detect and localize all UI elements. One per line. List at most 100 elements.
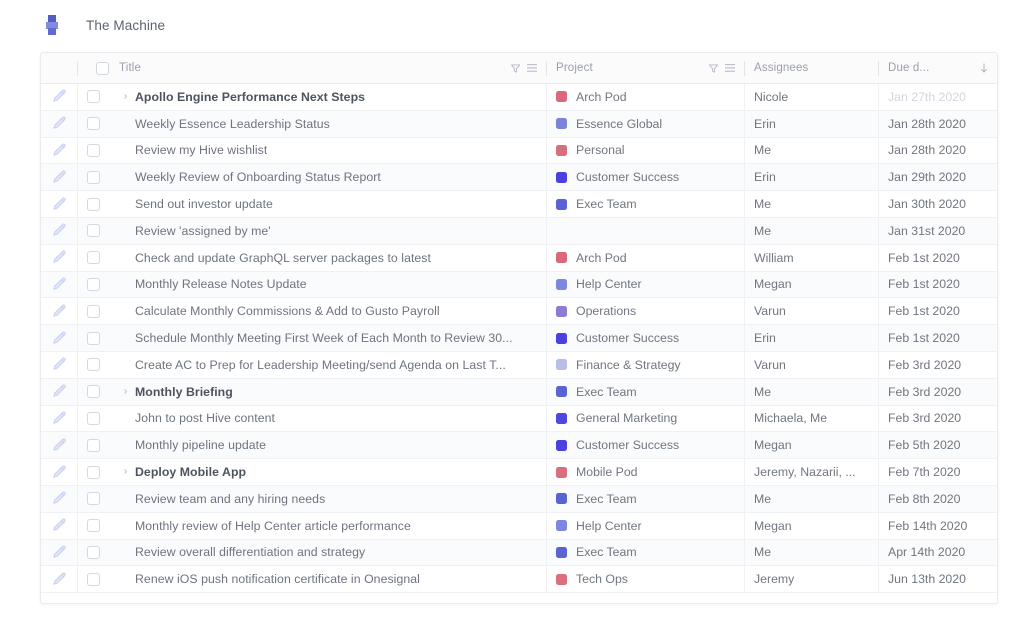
table-row[interactable]: ›Monthly pipeline update Customer Success… — [41, 432, 998, 460]
header-assignees-column[interactable]: Assignees — [744, 53, 878, 83]
row-checkbox[interactable] — [86, 572, 100, 586]
table-row[interactable]: › Apollo Engine Performance Next Steps Arc… — [41, 84, 997, 111]
row-extra-cell[interactable] — [997, 111, 998, 137]
row-project-cell[interactable]: Essence Global — [546, 110, 744, 137]
row-extra-cell[interactable] — [997, 298, 998, 324]
table-row[interactable]: ›Schedule Monthly Meeting First Week of … — [41, 325, 997, 352]
row-project-cell[interactable]: Customer Success — [546, 164, 744, 190]
row-checkbox[interactable] — [86, 331, 100, 345]
row-project-cell[interactable]: Tech Ops — [546, 566, 744, 592]
row-title-cell[interactable]: ›Review my Hive wishlist — [109, 138, 546, 164]
row-due-date-cell[interactable]: Apr 14th 2020 — [878, 539, 997, 566]
list-menu-icon[interactable] — [725, 64, 735, 72]
header-title-column[interactable]: Title — [109, 53, 546, 83]
row-due-date-cell[interactable]: Feb 1st 2020 — [878, 298, 997, 324]
row-assignees-cell[interactable]: Megan — [744, 512, 878, 539]
row-extra-cell[interactable] — [997, 245, 998, 271]
row-checkbox[interactable] — [86, 519, 100, 533]
row-due-date-cell[interactable]: Feb 1st 2020 — [878, 325, 997, 351]
row-assignees-cell[interactable]: Megan — [744, 271, 878, 298]
row-due-date-cell[interactable]: Feb 1st 2020 — [878, 244, 997, 271]
row-project-cell[interactable]: Customer Success — [546, 325, 744, 351]
row-assignees-cell[interactable]: Erin — [744, 164, 878, 190]
table-row[interactable]: ›Weekly Review of Onboarding Status Repo… — [41, 164, 997, 192]
row-checkbox[interactable] — [86, 358, 100, 372]
row-title-cell[interactable]: › Apollo Engine Performance Next Steps — [109, 84, 546, 110]
row-assignees-cell[interactable]: Nicole — [744, 84, 878, 110]
row-extra-cell[interactable] — [997, 486, 998, 512]
row-assignees-cell[interactable]: Me — [744, 378, 878, 405]
table-row[interactable]: ›John to post Hive content General Market… — [41, 405, 998, 433]
row-checkbox[interactable] — [86, 143, 100, 157]
expand-chevron-icon[interactable]: › — [119, 467, 132, 477]
row-extra-cell[interactable] — [997, 432, 998, 458]
row-due-date-cell[interactable]: Jan 29th 2020 — [878, 164, 997, 190]
row-extra-cell[interactable] — [997, 406, 998, 432]
edit-pencil-icon[interactable] — [52, 491, 67, 506]
row-checkbox[interactable] — [86, 411, 100, 425]
row-extra-cell[interactable] — [997, 540, 998, 566]
row-due-date-cell[interactable]: Feb 5th 2020 — [878, 432, 997, 458]
row-due-date-cell[interactable]: Feb 14th 2020 — [878, 512, 997, 539]
select-all-checkbox[interactable] — [96, 61, 109, 75]
row-checkbox[interactable] — [86, 277, 100, 291]
row-checkbox[interactable] — [86, 492, 100, 506]
row-checkbox[interactable] — [86, 251, 100, 265]
row-project-cell[interactable]: Mobile Pod — [546, 459, 744, 485]
edit-pencil-icon[interactable] — [52, 89, 67, 104]
row-project-cell[interactable]: Help Center — [546, 512, 744, 539]
row-assignees-cell[interactable]: Erin — [744, 325, 878, 351]
table-row[interactable]: ›Create AC to Prep for Leadership Meetin… — [41, 351, 998, 379]
row-due-date-cell[interactable]: Jan 31st 2020 — [878, 217, 997, 244]
row-title-cell[interactable]: › Monthly Briefing — [109, 379, 546, 405]
row-extra-cell[interactable] — [997, 218, 998, 244]
row-title-cell[interactable]: ›Renew iOS push notification certificate… — [109, 566, 546, 592]
table-row[interactable]: ›Check and update GraphQL server package… — [41, 244, 998, 272]
table-row[interactable]: › Deploy Mobile App Mobile Pod Jeremy, Naza… — [41, 459, 997, 486]
row-title-cell[interactable]: ›Review team and any hiring needs — [109, 486, 546, 512]
row-checkbox[interactable] — [86, 304, 100, 318]
row-title-cell[interactable]: ›Weekly Essence Leadership Status — [109, 111, 546, 137]
row-extra-cell[interactable] — [997, 459, 998, 485]
edit-pencil-icon[interactable] — [52, 438, 67, 453]
row-checkbox[interactable] — [86, 224, 100, 238]
edit-pencil-icon[interactable] — [52, 572, 67, 587]
header-due-date-column[interactable]: Due d... — [878, 53, 997, 83]
edit-pencil-icon[interactable] — [52, 197, 67, 212]
row-title-cell[interactable]: ›John to post Hive content — [109, 406, 546, 432]
row-due-date-cell[interactable]: Jan 28th 2020 — [878, 137, 997, 164]
row-assignees-cell[interactable]: Me — [744, 137, 878, 164]
row-checkbox[interactable] — [86, 170, 100, 184]
hive-logo-icon[interactable] — [44, 15, 60, 35]
row-project-cell[interactable]: Exec Team — [546, 191, 744, 217]
row-checkbox[interactable] — [86, 90, 100, 104]
edit-pencil-icon[interactable] — [52, 411, 67, 426]
sort-desc-arrow-icon[interactable] — [980, 63, 988, 73]
row-due-date-cell[interactable]: Feb 1st 2020 — [878, 271, 997, 298]
row-due-date-cell[interactable]: Jan 30th 2020 — [878, 191, 997, 217]
row-project-cell[interactable]: Finance & Strategy — [546, 351, 744, 378]
list-menu-icon[interactable] — [527, 64, 537, 72]
row-title-cell[interactable]: › Deploy Mobile App — [109, 459, 546, 485]
row-title-cell[interactable]: ›Send out investor update — [109, 191, 546, 217]
edit-pencil-icon[interactable] — [52, 277, 67, 292]
funnel-icon[interactable] — [709, 63, 718, 73]
row-project-cell[interactable]: Exec Team — [546, 539, 744, 566]
row-extra-cell[interactable] — [997, 272, 998, 298]
row-due-date-cell[interactable]: Jan 28th 2020 — [878, 110, 997, 137]
funnel-icon[interactable] — [511, 63, 520, 73]
row-title-cell[interactable]: ›Schedule Monthly Meeting First Week of … — [109, 325, 546, 351]
row-due-date-cell[interactable]: Feb 7th 2020 — [878, 459, 997, 485]
row-extra-cell[interactable] — [997, 191, 998, 217]
row-title-cell[interactable]: ›Weekly Review of Onboarding Status Repo… — [109, 164, 546, 190]
row-due-date-cell[interactable]: Jun 13th 2020 — [878, 566, 997, 592]
edit-pencil-icon[interactable] — [52, 170, 67, 185]
row-assignees-cell[interactable]: William — [744, 244, 878, 271]
row-assignees-cell[interactable]: Me — [744, 485, 878, 512]
table-row[interactable]: ›Monthly review of Help Center article p… — [41, 512, 997, 540]
edit-pencil-icon[interactable] — [52, 465, 67, 480]
table-row[interactable]: ›Renew iOS push notification certificate… — [41, 566, 997, 594]
table-row[interactable]: ›Monthly Release Notes Update Help Center… — [41, 271, 998, 299]
edit-pencil-icon[interactable] — [52, 116, 67, 131]
row-extra-cell[interactable] — [997, 352, 998, 378]
